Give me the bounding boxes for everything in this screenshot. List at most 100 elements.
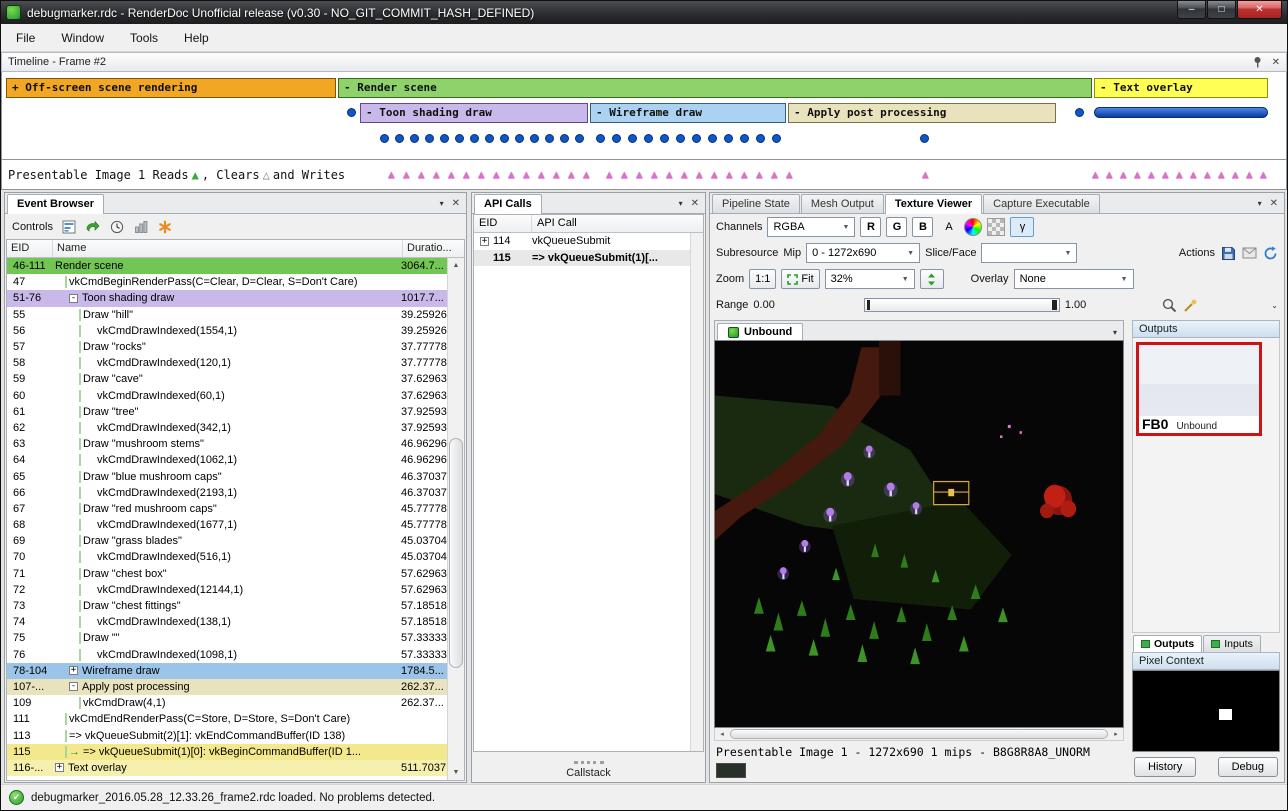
event-row[interactable]: 68vkCmdDrawIndexed(1677,1)45.77778 bbox=[7, 517, 447, 533]
timeline-draw-dot[interactable] bbox=[545, 134, 554, 143]
event-row[interactable]: 76vkCmdDrawIndexed(1098,1)57.33333 bbox=[7, 647, 447, 663]
menu-help[interactable]: Help bbox=[171, 26, 222, 50]
scroll-thumb[interactable] bbox=[449, 438, 463, 668]
channel-a-button[interactable]: A bbox=[938, 217, 959, 237]
range-slider[interactable] bbox=[864, 298, 1060, 312]
api-call-row[interactable]: 115=> vkQueueSubmit(1)[... bbox=[474, 250, 690, 267]
timeline-draw-dot[interactable] bbox=[560, 134, 569, 143]
toolbar-overflow-icon[interactable]: ⌄ bbox=[1271, 301, 1278, 310]
collapse-icon[interactable]: - bbox=[69, 294, 78, 303]
event-row[interactable]: 111vkCmdEndRenderPass(C=Store, D=Store, … bbox=[7, 711, 447, 727]
event-row[interactable]: 64vkCmdDrawIndexed(1062,1)46.96296 bbox=[7, 452, 447, 468]
event-row[interactable]: 107-...-Apply post processing262.37... bbox=[7, 679, 447, 695]
fb0-thumbnail[interactable]: FB0 Unbound bbox=[1136, 342, 1262, 436]
debug-button[interactable]: Debug bbox=[1218, 757, 1278, 777]
tab-unbound-texture[interactable]: Unbound bbox=[717, 323, 803, 340]
refresh-icon[interactable] bbox=[1262, 245, 1278, 261]
menu-window[interactable]: Window bbox=[48, 26, 117, 50]
pixel-context-view[interactable] bbox=[1132, 670, 1280, 752]
texture-viewer-close-icon[interactable]: ✕ bbox=[1270, 198, 1278, 209]
hscroll-thumb[interactable] bbox=[730, 729, 1108, 739]
event-row[interactable]: 70vkCmdDrawIndexed(516,1)45.03704 bbox=[7, 549, 447, 565]
timeline-toggle-icon[interactable] bbox=[61, 219, 77, 235]
timeline-draw-dot[interactable] bbox=[676, 134, 685, 143]
expand-icon[interactable]: + bbox=[480, 237, 489, 246]
tab-texture-viewer[interactable]: Texture Viewer bbox=[885, 194, 982, 214]
event-row[interactable]: 57Draw "rocks"37.77778 bbox=[7, 339, 447, 355]
timeline-marker-bar[interactable]: - Text overlay bbox=[1094, 78, 1268, 98]
column-name[interactable]: Name bbox=[53, 240, 403, 257]
expand-icon[interactable]: + bbox=[69, 666, 78, 675]
color-wheel-icon[interactable] bbox=[964, 218, 982, 236]
texture-preview[interactable] bbox=[714, 340, 1124, 728]
event-row[interactable]: 46-111Render scene3064.7... bbox=[7, 258, 447, 274]
scroll-right-icon[interactable]: ▸ bbox=[1109, 728, 1123, 740]
event-row[interactable]: 116-...+Text overlay511.7037 bbox=[7, 760, 447, 776]
tab-event-browser[interactable]: Event Browser bbox=[7, 194, 104, 214]
timeline-marker-bar[interactable]: - Render scene bbox=[338, 78, 1092, 98]
timeline-draw-dot[interactable] bbox=[470, 134, 479, 143]
api-calls-menu-icon[interactable]: ▾ bbox=[679, 199, 683, 208]
event-row[interactable]: 74vkCmdDrawIndexed(138,1)57.18518 bbox=[7, 614, 447, 630]
column-eid[interactable]: EID bbox=[7, 240, 53, 257]
event-row[interactable]: 60vkCmdDrawIndexed(60,1)37.62963 bbox=[7, 388, 447, 404]
timeline-draw-dot[interactable] bbox=[440, 134, 449, 143]
event-browser-menu-icon[interactable]: ▾ bbox=[440, 199, 444, 208]
texture-viewer-menu-icon[interactable]: ▾ bbox=[1258, 199, 1262, 208]
channels-select[interactable]: RGBA▼ bbox=[767, 217, 855, 237]
timeline-draw-dot[interactable] bbox=[644, 134, 653, 143]
menu-tools[interactable]: Tools bbox=[117, 26, 171, 50]
event-row[interactable]: 65Draw "blue mushroom caps"46.37037 bbox=[7, 468, 447, 484]
timeline-draw-dot[interactable] bbox=[628, 134, 637, 143]
event-row[interactable]: 72vkCmdDrawIndexed(12144,1)57.62963 bbox=[7, 582, 447, 598]
mip-select[interactable]: 0 - 1272x690▼ bbox=[806, 243, 920, 263]
timeline-activity-pill[interactable] bbox=[1094, 107, 1268, 118]
event-row[interactable]: 75Draw ""57.33333 bbox=[7, 630, 447, 646]
event-row[interactable]: 67Draw "red mushroom caps"45.77778 bbox=[7, 501, 447, 517]
tab-pipeline-state[interactable]: Pipeline State bbox=[712, 194, 800, 213]
time-draws-clock-icon[interactable] bbox=[109, 219, 125, 235]
timeline-draw-dot[interactable] bbox=[756, 134, 765, 143]
doc-tabs-dropdown-icon[interactable]: ▾ bbox=[1109, 328, 1121, 340]
expand-icon[interactable]: + bbox=[55, 763, 64, 772]
timeline-draw-dot[interactable] bbox=[772, 134, 781, 143]
api-column-call[interactable]: API Call bbox=[532, 215, 703, 232]
slice-face-select[interactable]: ▼ bbox=[981, 243, 1077, 263]
tab-capture-executable[interactable]: Capture Executable bbox=[983, 194, 1100, 213]
timeline-draw-dot[interactable] bbox=[692, 134, 701, 143]
timeline-draw-dot[interactable] bbox=[425, 134, 434, 143]
event-row[interactable]: 47vkCmdBeginRenderPass(C=Clear, D=Clear,… bbox=[7, 274, 447, 290]
pin-icon[interactable] bbox=[1252, 56, 1263, 68]
event-browser-close-icon[interactable]: ✕ bbox=[452, 198, 460, 209]
event-row[interactable]: 69Draw "grass blades"45.03704 bbox=[7, 533, 447, 549]
scroll-down-icon[interactable]: ▼ bbox=[448, 765, 464, 780]
event-row[interactable]: 59Draw "cave"37.62963 bbox=[7, 371, 447, 387]
close-button[interactable]: ✕ bbox=[1237, 1, 1282, 19]
overlay-select[interactable]: None▼ bbox=[1014, 269, 1134, 289]
event-row[interactable]: 62vkCmdDrawIndexed(342,1)37.92593 bbox=[7, 420, 447, 436]
channel-r-button[interactable]: R bbox=[860, 217, 881, 237]
timeline-draw-dot[interactable] bbox=[920, 134, 929, 143]
menu-file[interactable]: File bbox=[3, 26, 48, 50]
timeline-draw-dot[interactable] bbox=[660, 134, 669, 143]
event-row[interactable]: 55Draw "hill"39.25926 bbox=[7, 307, 447, 323]
timeline-draw-dot[interactable] bbox=[724, 134, 733, 143]
timeline-draw-dot[interactable] bbox=[515, 134, 524, 143]
timeline-event-dot[interactable] bbox=[347, 108, 356, 117]
timeline-draw-dot[interactable] bbox=[485, 134, 494, 143]
autofit-wand-icon[interactable] bbox=[1182, 297, 1198, 313]
event-row[interactable]: 58vkCmdDrawIndexed(120,1)37.77778 bbox=[7, 355, 447, 371]
zoom-fit-button[interactable]: Fit bbox=[781, 269, 819, 289]
event-row[interactable]: 113=> vkQueueSubmit(2)[1]: vkEndCommandB… bbox=[7, 727, 447, 743]
api-call-row[interactable]: +114vkQueueSubmit bbox=[474, 233, 690, 250]
api-calls-close-icon[interactable]: ✕ bbox=[691, 198, 699, 209]
event-row[interactable]: 78-104+Wireframe draw1784.5... bbox=[7, 663, 447, 679]
minimize-button[interactable]: – bbox=[1177, 1, 1206, 19]
bookmark-icon[interactable] bbox=[157, 219, 173, 235]
zoom-percent-select[interactable]: 32%▼ bbox=[825, 269, 915, 289]
event-row[interactable]: 66vkCmdDrawIndexed(2193,1)46.37037 bbox=[7, 485, 447, 501]
range-slider-white-handle[interactable] bbox=[1052, 300, 1057, 310]
event-row[interactable]: 61Draw "tree"37.92593 bbox=[7, 404, 447, 420]
maximize-button[interactable]: □ bbox=[1207, 1, 1236, 19]
timeline-draw-dot[interactable] bbox=[530, 134, 539, 143]
